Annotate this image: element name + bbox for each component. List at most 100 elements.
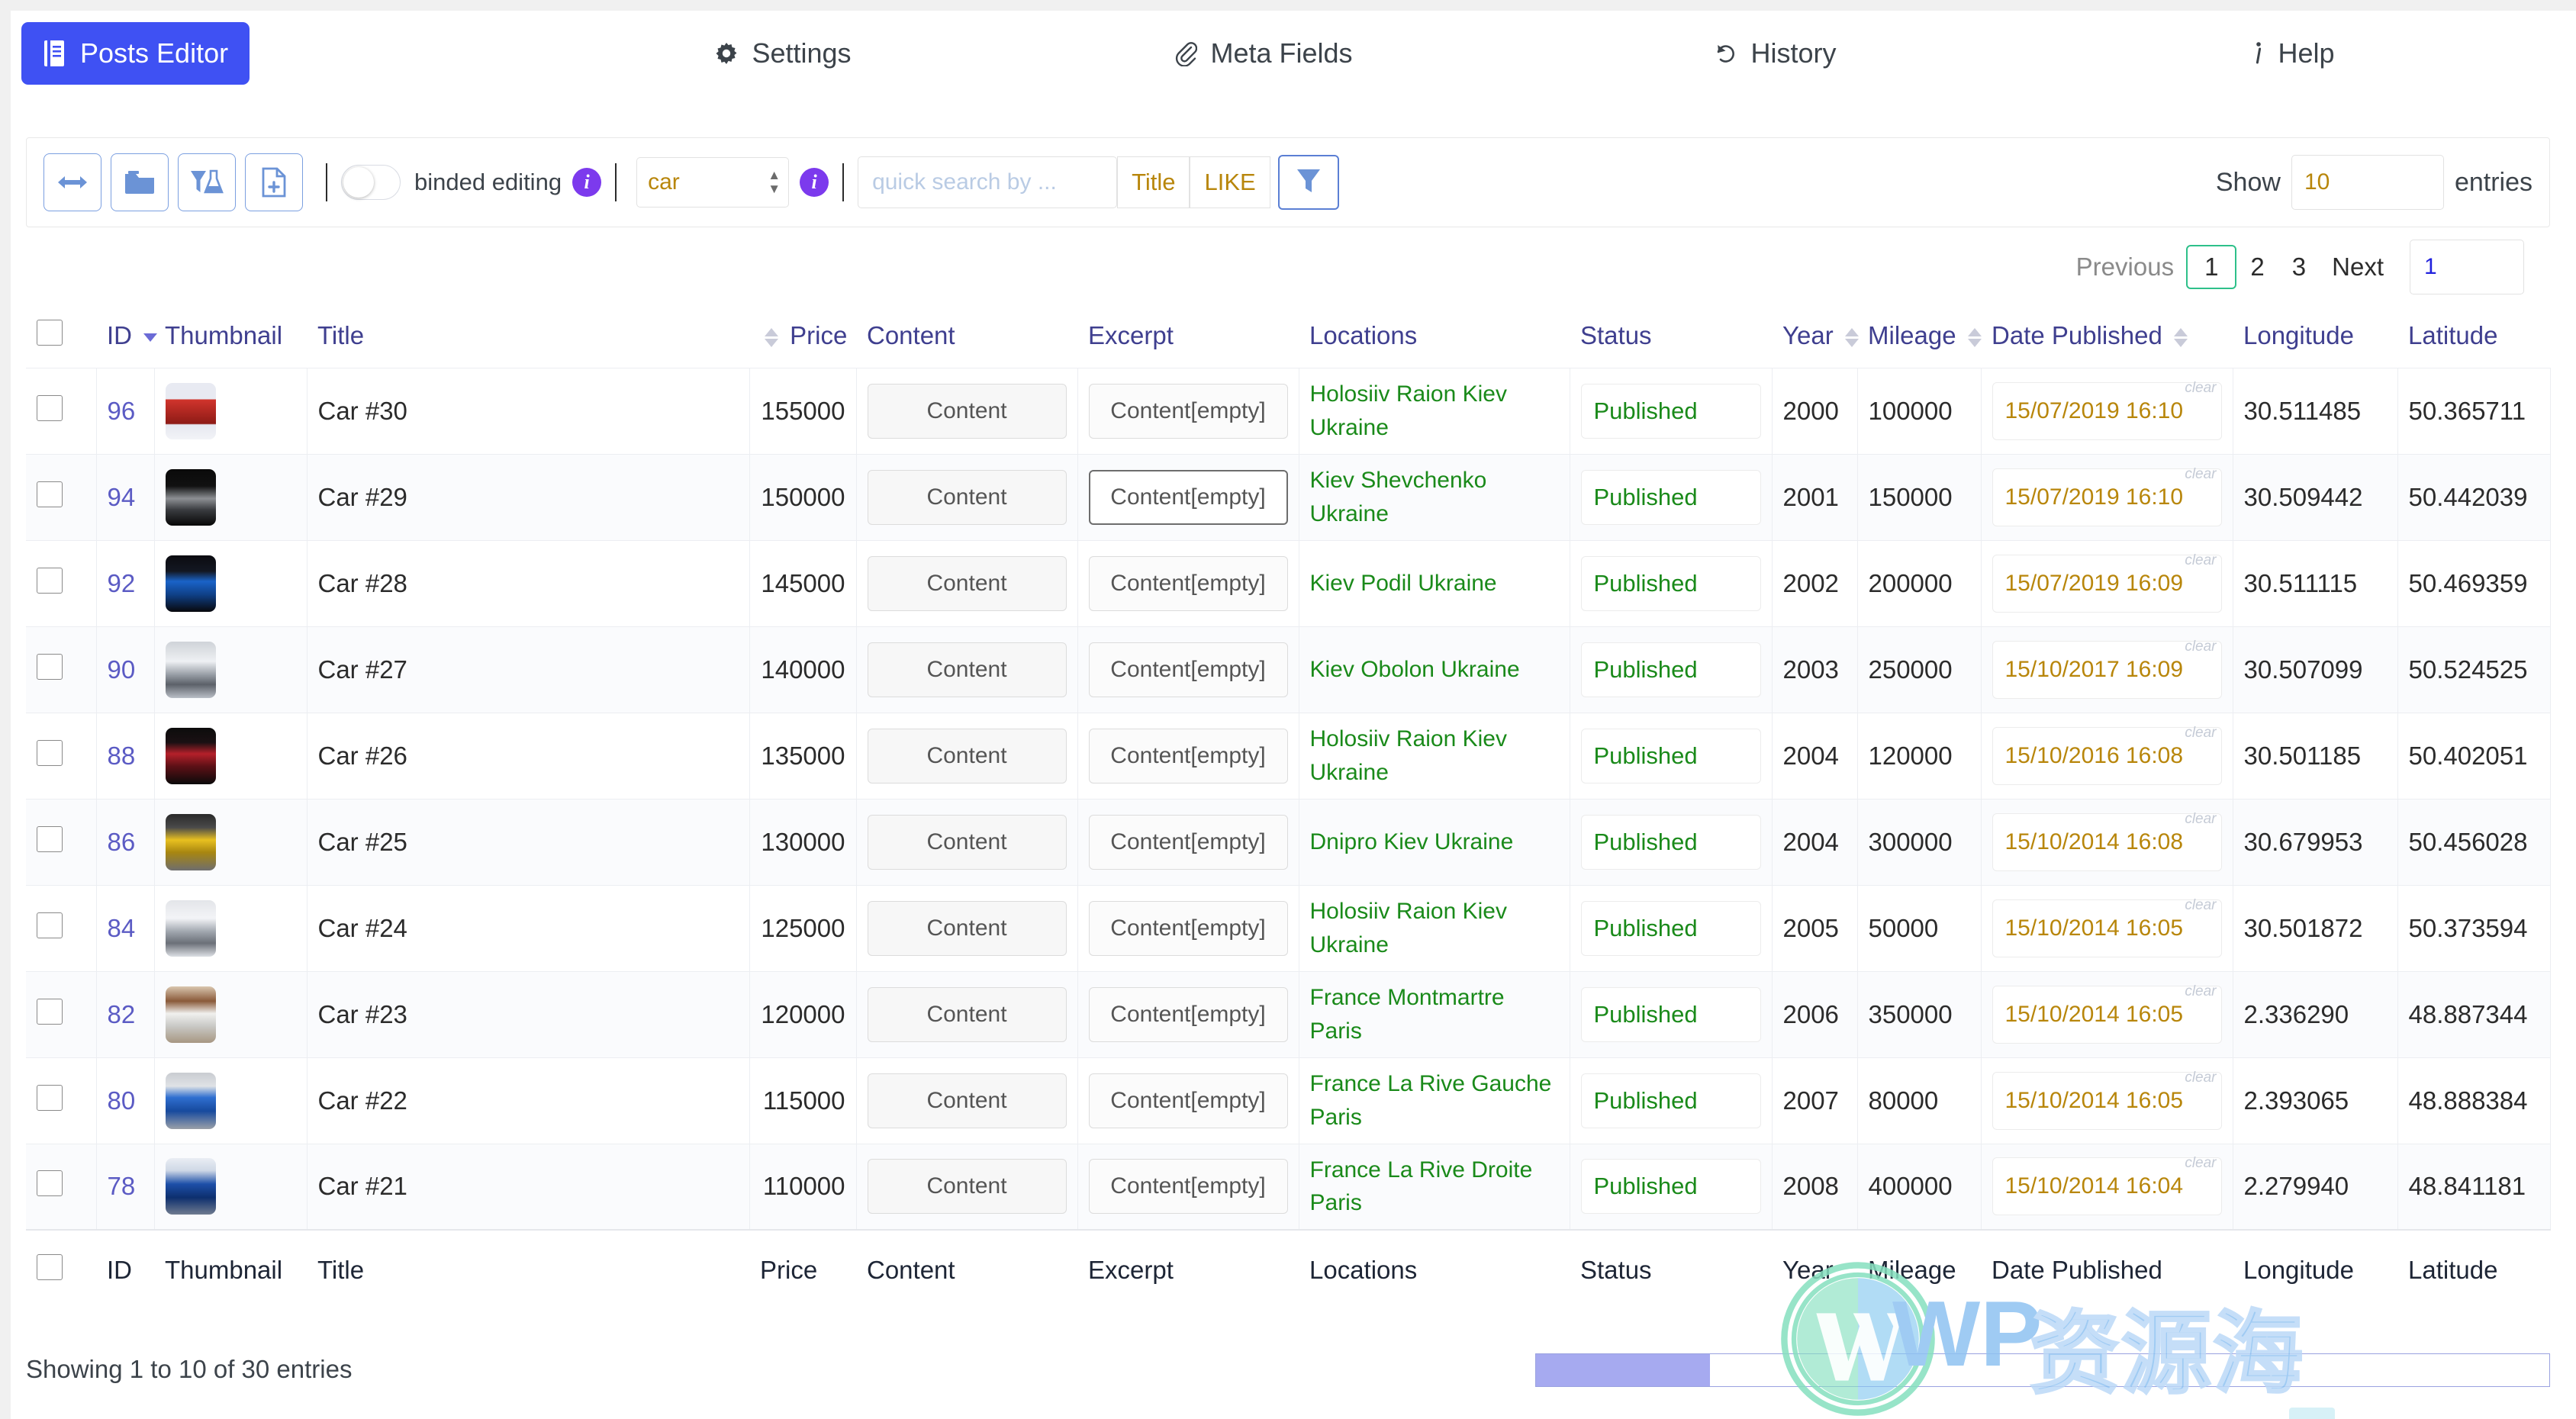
date-published-input[interactable]: 15/07/2019 16:10 clear [1992, 380, 2222, 440]
cell-id[interactable]: 90 [96, 626, 155, 713]
filter-lab-button[interactable] [178, 153, 236, 211]
cell-locations[interactable]: Holosiiv Raion Kiev Ukraine [1299, 713, 1570, 799]
row-select-cell[interactable] [26, 799, 97, 885]
excerpt-button[interactable]: Content[empty] [1088, 1159, 1288, 1215]
content-button[interactable]: Content [867, 728, 1067, 784]
status-badge[interactable]: Published [1580, 469, 1761, 525]
cell-thumbnail[interactable] [154, 713, 308, 799]
open-folder-button[interactable] [111, 153, 169, 211]
cell-thumbnail[interactable] [154, 1057, 308, 1144]
cell-thumbnail[interactable] [154, 885, 308, 971]
cell-price[interactable]: 145000 [749, 540, 857, 626]
table-row[interactable]: 84 Car #24 125000 Content Content[empty] Holo… [26, 885, 2551, 971]
cell-excerpt[interactable]: Content[empty] [1077, 713, 1299, 799]
pagination-previous[interactable]: Previous [2064, 253, 2186, 282]
cell-id[interactable]: 82 [96, 971, 155, 1057]
row-select-cell[interactable] [26, 971, 97, 1057]
cell-date-published[interactable]: 15/07/2019 16:09 clear [1981, 540, 2233, 626]
date-clear-button[interactable]: clear [2185, 897, 2216, 914]
cell-title[interactable]: Car #29 [307, 454, 750, 540]
cell-longitude[interactable]: 2.279940 [2233, 1144, 2398, 1230]
cell-locations[interactable]: Kiev Podil Ukraine [1299, 540, 1570, 626]
cell-mileage[interactable]: 80000 [1857, 1057, 1982, 1144]
table-row[interactable]: 90 Car #27 140000 Content Content[empty] Kiev… [26, 626, 2551, 713]
header-excerpt[interactable]: Excerpt [1077, 308, 1299, 368]
cell-longitude[interactable]: 30.501872 [2233, 885, 2398, 971]
date-clear-button[interactable]: clear [2185, 983, 2216, 1000]
excerpt-button[interactable]: Content[empty] [1088, 814, 1288, 870]
quick-search-input[interactable]: quick search by ... [858, 156, 1118, 208]
tab-history[interactable]: History [1692, 22, 1857, 85]
cell-content[interactable]: Content [856, 454, 1078, 540]
cell-date-published[interactable]: 15/07/2019 16:10 clear [1981, 454, 2233, 540]
cell-date-published[interactable]: 15/07/2019 16:10 clear [1981, 368, 2233, 454]
date-published-input[interactable]: 15/10/2014 16:08 clear [1992, 811, 2222, 871]
cell-year[interactable]: 2002 [1772, 540, 1858, 626]
binded-editing-info-icon[interactable]: i [572, 168, 602, 197]
cell-thumbnail[interactable] [154, 1144, 308, 1230]
row-checkbox[interactable] [37, 394, 63, 421]
header-thumbnail[interactable]: Thumbnail [154, 308, 307, 368]
table-row[interactable]: 80 Car #22 115000 Content Content[empty] Fran… [26, 1057, 2551, 1144]
content-button[interactable]: Content [867, 1073, 1067, 1128]
cell-title[interactable]: Car #26 [307, 713, 750, 799]
excerpt-button[interactable]: Content[empty] [1088, 555, 1288, 611]
excerpt-button[interactable]: Content[empty] [1088, 728, 1288, 784]
footer-select-all[interactable] [26, 1230, 96, 1309]
status-badge[interactable]: Published [1580, 555, 1761, 611]
tab-posts-editor[interactable]: Posts Editor [21, 22, 250, 85]
date-clear-button[interactable]: clear [2185, 466, 2216, 483]
cell-year[interactable]: 2008 [1772, 1144, 1858, 1230]
cell-latitude[interactable]: 48.841181 [2397, 1144, 2551, 1230]
excerpt-button[interactable]: Content[empty] [1088, 469, 1288, 525]
cell-title[interactable]: Car #24 [307, 885, 750, 971]
pagination-page-3[interactable]: 3 [2278, 253, 2320, 282]
pagination-page-1[interactable]: 1 [2186, 245, 2237, 289]
date-published-input[interactable]: 15/10/2014 16:05 clear [1992, 1070, 2222, 1130]
date-published-input[interactable]: 15/07/2019 16:09 clear [1992, 552, 2222, 613]
cell-latitude[interactable]: 48.888384 [2397, 1057, 2551, 1144]
cell-latitude[interactable]: 50.524525 [2397, 626, 2551, 713]
cell-excerpt[interactable]: Content[empty] [1077, 540, 1299, 626]
header-status[interactable]: Status [1570, 308, 1772, 368]
cell-locations[interactable]: France La Rive Gauche Paris [1299, 1057, 1570, 1144]
cell-price[interactable]: 115000 [749, 1057, 857, 1144]
status-badge[interactable]: Published [1580, 900, 1761, 956]
row-checkbox[interactable] [37, 912, 63, 938]
excerpt-button[interactable]: Content[empty] [1088, 383, 1288, 439]
search-field-button[interactable]: Title [1117, 156, 1190, 208]
cell-locations[interactable]: Holosiiv Raion Kiev Ukraine [1299, 885, 1570, 971]
header-longitude[interactable]: Longitude [2233, 308, 2397, 368]
header-year[interactable]: Year [1772, 308, 1859, 368]
cell-id[interactable]: 86 [96, 799, 155, 885]
content-button[interactable]: Content [867, 555, 1067, 611]
status-badge[interactable]: Published [1580, 986, 1761, 1042]
row-checkbox[interactable] [37, 1084, 63, 1111]
date-published-input[interactable]: 15/10/2016 16:08 clear [1992, 725, 2222, 785]
row-checkbox[interactable] [37, 825, 63, 852]
table-row[interactable]: 92 Car #28 145000 Content Content[empty] Kiev… [26, 540, 2551, 626]
cell-title[interactable]: Car #23 [307, 971, 750, 1057]
cell-year[interactable]: 2000 [1772, 368, 1858, 454]
cell-longitude[interactable]: 30.509442 [2233, 454, 2398, 540]
cell-year[interactable]: 2005 [1772, 885, 1858, 971]
table-row[interactable]: 78 Car #21 110000 Content Content[empty] Fran… [26, 1144, 2551, 1230]
excerpt-button[interactable]: Content[empty] [1088, 900, 1288, 956]
sort-icon-mileage[interactable] [1967, 327, 1982, 347]
content-button[interactable]: Content [867, 469, 1067, 525]
cell-longitude[interactable]: 2.393065 [2233, 1057, 2398, 1144]
date-published-input[interactable]: 15/10/2014 16:04 clear [1992, 1155, 2222, 1216]
table-row[interactable]: 94 Car #29 150000 Content Content[empty] Kiev… [26, 454, 2551, 540]
cell-longitude[interactable]: 30.507099 [2233, 626, 2398, 713]
cell-content[interactable]: Content [856, 626, 1078, 713]
cell-price[interactable]: 150000 [749, 454, 857, 540]
cell-year[interactable]: 2001 [1772, 454, 1858, 540]
cell-id[interactable]: 92 [96, 540, 155, 626]
date-clear-button[interactable]: clear [2185, 1070, 2216, 1086]
cell-id[interactable]: 96 [96, 368, 155, 454]
cell-latitude[interactable]: 50.442039 [2397, 454, 2551, 540]
table-row[interactable]: 82 Car #23 120000 Content Content[empty] Fran… [26, 971, 2551, 1057]
cell-title[interactable]: Car #27 [307, 626, 750, 713]
cell-longitude[interactable]: 2.336290 [2233, 971, 2398, 1057]
cell-content[interactable]: Content [856, 540, 1078, 626]
